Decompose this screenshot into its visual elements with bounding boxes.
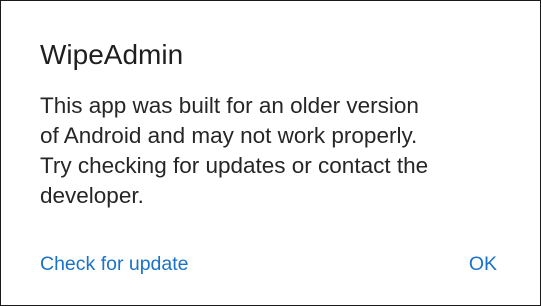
dialog-message: This app was built for an older version … [40, 91, 520, 211]
dialog-message-line: This app was built for an older version [40, 93, 419, 118]
ok-button[interactable]: OK [469, 251, 497, 277]
dialog-message-line: Try checking for updates or contact the [40, 153, 429, 178]
dialog-message-line: developer. [40, 183, 144, 208]
check-for-update-button[interactable]: Check for update [40, 251, 189, 277]
dialog-message-line: of Android and may not work properly. [40, 123, 418, 148]
dialog-title: WipeAdmin [40, 39, 184, 70]
compatibility-dialog: WipeAdmin This app was built for an olde… [0, 0, 541, 306]
